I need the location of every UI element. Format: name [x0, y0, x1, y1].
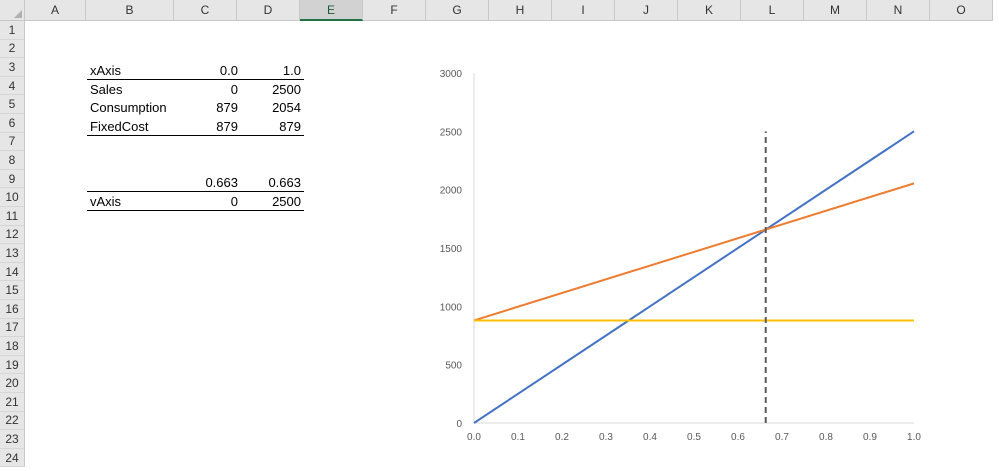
column-header-B[interactable]: B: [86, 0, 174, 21]
column-header-I[interactable]: I: [552, 0, 615, 21]
y-tick-label: 2000: [440, 186, 463, 197]
column-header-E[interactable]: E: [300, 0, 363, 21]
cell-D5[interactable]: 2054: [241, 98, 304, 116]
y-tick-label: 2500: [440, 127, 463, 138]
column-header-F[interactable]: F: [363, 0, 426, 21]
column-header-G[interactable]: G: [426, 0, 489, 21]
y-tick-label: 500: [445, 361, 462, 372]
row-header-15[interactable]: 15: [0, 281, 25, 300]
cell-B5[interactable]: Consumption: [87, 98, 180, 116]
row-header-11[interactable]: 11: [0, 207, 25, 226]
column-header-J[interactable]: J: [615, 0, 678, 21]
row-header-10[interactable]: 10: [0, 188, 25, 207]
x-tick-label: 1.0: [907, 432, 921, 443]
cell-C5[interactable]: 879: [178, 98, 241, 116]
x-tick-label: 0.0: [467, 432, 481, 443]
cell-B3[interactable]: xAxis: [87, 61, 180, 79]
y-tick-label: 1500: [440, 244, 463, 255]
row-header-9[interactable]: 9: [0, 169, 25, 189]
y-tick-label: 0: [456, 419, 462, 430]
row-header-18[interactable]: 18: [0, 337, 25, 356]
spreadsheet[interactable]: ABCDEFGHIJKLMNO 1 2 3 4 5 6 7 8 9 10 11 12 13 14 15 16 1…: [0, 0, 999, 471]
x-tick-label: 0.7: [775, 432, 789, 443]
row-header-1[interactable]: 1: [0, 21, 25, 40]
cell-D9[interactable]: 0.663: [241, 173, 304, 191]
column-header-A[interactable]: A: [25, 0, 86, 21]
row-header-22[interactable]: 22: [0, 411, 25, 431]
cell-D6[interactable]: 879: [241, 117, 304, 135]
x-tick-label: 0.2: [555, 432, 569, 443]
row-header-13[interactable]: 13: [0, 244, 25, 263]
series-line-1: [473, 182, 915, 322]
series-line-0: [473, 130, 915, 424]
column-header-O[interactable]: O: [930, 0, 993, 21]
x-tick-label: 0.1: [511, 432, 525, 443]
row-header-7[interactable]: 7: [0, 132, 25, 152]
column-header-K[interactable]: K: [678, 0, 741, 21]
x-tick-label: 0.9: [863, 432, 877, 443]
row-header-14[interactable]: 14: [0, 262, 25, 282]
x-tick-label: 0.6: [731, 432, 745, 443]
row-header-24[interactable]: 24: [0, 448, 25, 468]
x-tick-label: 0.4: [643, 432, 657, 443]
cell-C6[interactable]: 879: [178, 117, 241, 135]
row-header-16[interactable]: 16: [0, 300, 25, 319]
y-tick-label: 1000: [440, 302, 463, 313]
x-tick-label: 0.5: [687, 432, 701, 443]
column-header-M[interactable]: M: [804, 0, 867, 21]
row-header-5[interactable]: 5: [0, 95, 25, 114]
row-header-6[interactable]: 6: [0, 114, 25, 133]
line-chart[interactable]: 0 500 1000 1500 2000 2500 3000 0.0 0.1 0.2 0.3 0.4 0…: [430, 60, 930, 455]
cell-C3[interactable]: 0.0: [178, 61, 241, 79]
column-header-D[interactable]: D: [237, 0, 300, 21]
select-all-corner[interactable]: [0, 0, 25, 21]
row-header-4[interactable]: 4: [0, 76, 25, 96]
cell-D4[interactable]: 2500: [241, 80, 304, 98]
row-header-3[interactable]: 3: [0, 58, 25, 77]
row-header-23[interactable]: 23: [0, 430, 25, 449]
row-header-19[interactable]: 19: [0, 355, 25, 375]
row-header-2[interactable]: 2: [0, 39, 25, 59]
x-tick-label: 0.8: [819, 432, 833, 443]
row-header-8[interactable]: 8: [0, 151, 25, 170]
row-header-17[interactable]: 17: [0, 318, 25, 338]
x-tick-label: 0.3: [599, 432, 613, 443]
cell-C10[interactable]: 0: [178, 192, 241, 210]
column-header-C[interactable]: C: [174, 0, 237, 21]
y-tick-label: 3000: [440, 69, 463, 80]
border-line: [87, 210, 304, 211]
cell-B4[interactable]: Sales: [87, 80, 180, 98]
border-line: [87, 135, 304, 136]
cell-C4[interactable]: 0: [178, 80, 241, 98]
column-header-L[interactable]: L: [741, 0, 804, 21]
cell-B6[interactable]: FixedCost: [87, 117, 180, 135]
column-header-H[interactable]: H: [489, 0, 552, 21]
row-header-21[interactable]: 21: [0, 393, 25, 412]
column-header-N[interactable]: N: [867, 0, 930, 21]
cell-C9[interactable]: 0.663: [178, 173, 241, 191]
row-header-20[interactable]: 20: [0, 374, 25, 393]
cell-D3[interactable]: 1.0: [241, 61, 304, 79]
row-header-12[interactable]: 12: [0, 225, 25, 245]
cell-D10[interactable]: 2500: [241, 192, 304, 210]
cell-B10[interactable]: vAxis: [87, 192, 180, 210]
